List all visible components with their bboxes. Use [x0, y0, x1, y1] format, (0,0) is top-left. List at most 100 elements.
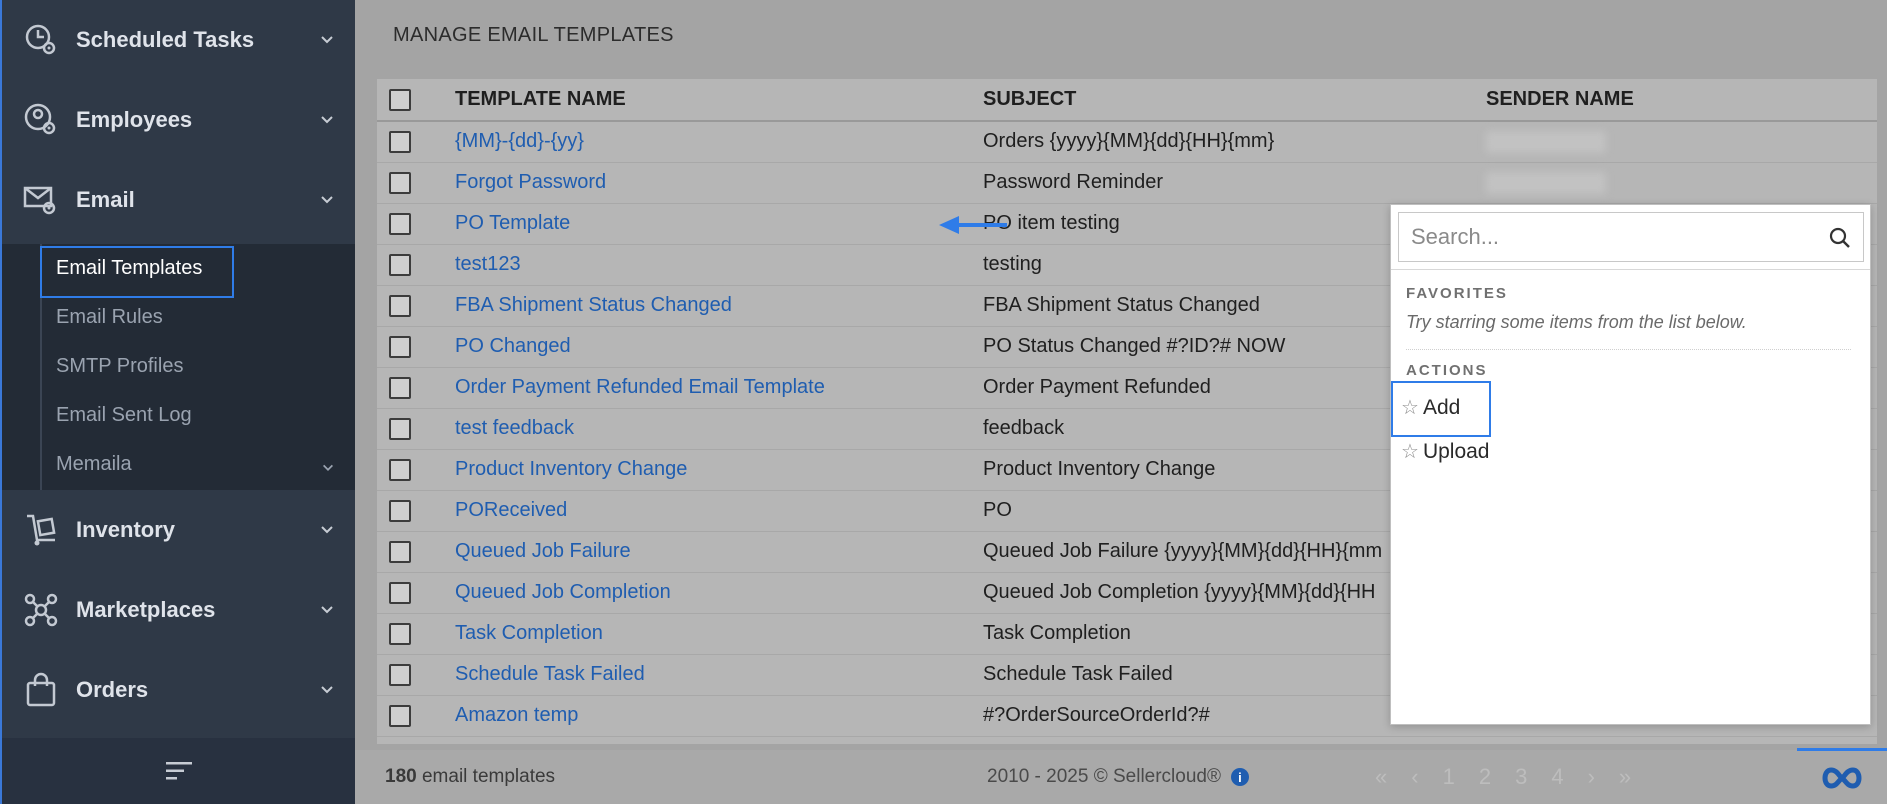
- row-checkbox[interactable]: [389, 212, 411, 235]
- table-header-row: TEMPLATE NAME SUBJECT SENDER NAME: [377, 79, 1877, 122]
- sidebar-item-email[interactable]: Email: [2, 160, 355, 240]
- sidebar-item-label: Marketplaces: [76, 597, 216, 622]
- column-template-name[interactable]: TEMPLATE NAME: [455, 79, 983, 122]
- star-icon[interactable]: ☆: [1401, 439, 1419, 464]
- envelope-gear-icon: [22, 181, 60, 219]
- search-field[interactable]: [1398, 212, 1864, 262]
- sidebar-item-orders[interactable]: Orders: [2, 650, 355, 730]
- row-checkbox[interactable]: [389, 540, 411, 563]
- page-2[interactable]: 2: [1479, 764, 1491, 790]
- sidebar-collapse-button[interactable]: [2, 738, 355, 804]
- template-name-link[interactable]: test123: [455, 253, 521, 275]
- column-subject[interactable]: SUBJECT: [983, 79, 1486, 122]
- template-name-link[interactable]: Schedule Task Failed: [455, 663, 645, 685]
- template-name-link[interactable]: test feedback: [455, 417, 574, 439]
- template-name-link[interactable]: POReceived: [455, 499, 567, 521]
- row-checkbox[interactable]: [389, 704, 411, 727]
- template-name-link[interactable]: Amazon temp: [455, 704, 578, 726]
- first-page-icon[interactable]: «: [1375, 764, 1387, 790]
- sender-name-cell: [1486, 162, 1877, 204]
- template-name-link[interactable]: Forgot Password: [455, 171, 606, 193]
- action-add[interactable]: ☆ Add: [1401, 395, 1460, 420]
- template-name-link[interactable]: Queued Job Failure: [455, 540, 631, 562]
- chevron-down-icon[interactable]: [319, 522, 335, 538]
- row-checkbox[interactable]: [389, 171, 411, 194]
- redacted-value: [1486, 130, 1606, 153]
- prev-page-icon[interactable]: ‹: [1411, 764, 1418, 790]
- row-checkbox[interactable]: [389, 622, 411, 645]
- sidebar-subitem-memaila[interactable]: Memaila: [42, 440, 355, 489]
- template-name-link[interactable]: PO Changed: [455, 335, 571, 357]
- clock-gear-icon: [22, 21, 60, 59]
- favorites-hint: Try starring some items from the list be…: [1406, 312, 1747, 332]
- chevron-down-icon[interactable]: [319, 112, 335, 128]
- chevron-down-icon[interactable]: [319, 602, 335, 618]
- action-upload[interactable]: ☆ Upload: [1401, 439, 1490, 464]
- search-input[interactable]: [1411, 224, 1811, 250]
- sidebar-subitem-label: SMTP Profiles: [56, 355, 184, 377]
- sidebar-item-marketplaces[interactable]: Marketplaces: [2, 570, 355, 650]
- last-page-icon[interactable]: »: [1619, 764, 1631, 790]
- sidebar-subitem-label: Email Rules: [56, 306, 163, 328]
- table-row[interactable]: Forgot Password Password Reminder: [377, 162, 1877, 204]
- template-name-link[interactable]: FBA Shipment Status Changed: [455, 294, 732, 316]
- chevron-down-icon[interactable]: [321, 458, 335, 472]
- row-checkbox[interactable]: [389, 458, 411, 481]
- row-checkbox[interactable]: [389, 376, 411, 399]
- star-icon[interactable]: ☆: [1401, 395, 1419, 420]
- row-checkbox[interactable]: [389, 663, 411, 686]
- template-name-link[interactable]: Queued Job Completion: [455, 581, 671, 603]
- next-page-icon[interactable]: ›: [1588, 764, 1595, 790]
- copyright: 2010 - 2025 © Sellercloud® i: [987, 766, 1249, 788]
- redacted-value: [1486, 171, 1606, 194]
- template-name-link[interactable]: Product Inventory Change: [455, 458, 687, 480]
- template-name-link[interactable]: {MM}-{dd}-{yy}: [455, 130, 584, 152]
- pointer-arrow-icon: [939, 216, 1007, 234]
- sidebar-subitem-email-sent-log[interactable]: Email Sent Log: [42, 391, 355, 440]
- sidebar-item-label: Employees: [76, 107, 193, 132]
- page-title: MANAGE EMAIL TEMPLATES: [393, 24, 674, 46]
- sidebar-item-inventory[interactable]: Inventory: [2, 490, 355, 570]
- row-checkbox[interactable]: [389, 294, 411, 317]
- sidebar: Scheduled Tasks Employees Email Email Temp…: [0, 0, 355, 804]
- infinity-logo-icon: [1822, 766, 1862, 789]
- subject-cell: Password Reminder: [983, 162, 1486, 204]
- select-all-checkbox[interactable]: [389, 88, 411, 111]
- row-checkbox[interactable]: [389, 499, 411, 522]
- row-checkbox[interactable]: [389, 253, 411, 276]
- chevron-down-icon[interactable]: [319, 32, 335, 48]
- info-icon[interactable]: i: [1230, 768, 1249, 786]
- row-checkbox[interactable]: [389, 335, 411, 358]
- sidebar-item-label: Scheduled Tasks: [76, 27, 255, 52]
- page-1[interactable]: 1: [1443, 764, 1455, 790]
- row-checkbox[interactable]: [389, 130, 411, 153]
- active-highlight: [40, 246, 234, 298]
- row-checkbox[interactable]: [389, 581, 411, 604]
- sidebar-subitem-smtp-profiles[interactable]: SMTP Profiles: [42, 342, 355, 391]
- email-subnav: Email Templates Email Rules SMTP Profiles E…: [2, 244, 355, 490]
- chevron-down-icon[interactable]: [319, 192, 335, 208]
- template-name-link[interactable]: PO Template: [455, 212, 570, 234]
- row-checkbox[interactable]: [389, 417, 411, 440]
- sidebar-subitem-label: Email Sent Log: [56, 404, 192, 426]
- chevron-down-icon[interactable]: [319, 682, 335, 698]
- table-row[interactable]: {MM}-{dd}-{yy} Orders {yyyy}{MM}{dd}{HH}{…: [377, 121, 1877, 163]
- template-name-link[interactable]: Order Payment Refunded Email Template: [455, 376, 825, 398]
- sidebar-item-employees[interactable]: Employees: [2, 80, 355, 160]
- subject-cell: Orders {yyyy}{MM}{dd}{HH}{mm}: [983, 121, 1486, 163]
- divider: [1406, 349, 1851, 350]
- template-name-link[interactable]: Task Completion: [455, 622, 603, 644]
- network-icon: [22, 591, 60, 629]
- column-sender-name[interactable]: SENDER NAME: [1486, 79, 1877, 122]
- page-4[interactable]: 4: [1551, 764, 1563, 790]
- sidebar-subitem-email-templates[interactable]: Email Templates: [40, 244, 355, 298]
- sidebar-subitem-email-rules[interactable]: Email Rules: [42, 293, 355, 342]
- menu-lines-icon: [165, 762, 192, 780]
- dolly-icon: [22, 511, 60, 549]
- sellercloud-logo: [1797, 748, 1887, 804]
- search-icon[interactable]: [1829, 227, 1851, 249]
- shopping-bag-icon: [22, 671, 60, 709]
- sidebar-item-label: Email: [76, 187, 135, 212]
- page-3[interactable]: 3: [1515, 764, 1527, 790]
- sidebar-item-scheduled-tasks[interactable]: Scheduled Tasks: [2, 0, 355, 80]
